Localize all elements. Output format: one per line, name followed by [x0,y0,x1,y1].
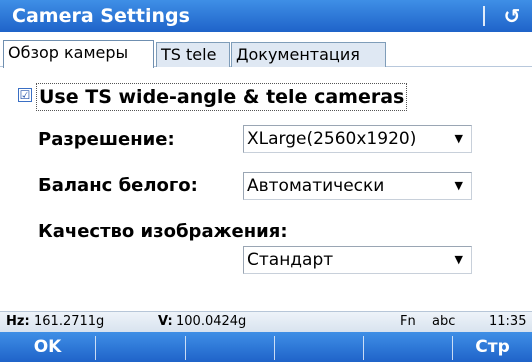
white-balance-value: Автоматически [247,176,385,196]
hz-value: 161.2711g [34,314,105,329]
image-quality-value: Стандарт [247,250,334,270]
dropdown-arrow-icon: ▼ [454,132,463,145]
use-ts-cameras-label[interactable]: Use TS wide-angle & tele cameras [36,83,408,111]
softkey-4[interactable] [275,332,363,362]
softkey-2[interactable] [96,332,185,362]
white-balance-label: Баланс белого: [38,175,198,196]
use-ts-cameras-checkbox[interactable]: ☑ [18,88,32,102]
input-mode-indicator: abc [432,314,456,329]
tab-label: Обзор камеры [8,43,129,62]
tab-camera-overview[interactable]: Обзор камеры [3,40,154,68]
title-bar: Camera Settings ↺ [0,0,532,32]
tab-documentation[interactable]: Документация [231,42,386,67]
dropdown-arrow-icon: ▼ [454,179,463,192]
tab-label: Документация [236,45,360,64]
softkey-bar: OK Стр [0,332,532,362]
white-balance-select[interactable]: Автоматически ▼ [243,172,472,200]
softkey-3[interactable] [186,332,274,362]
resolution-select[interactable]: XLarge(2560x1920) ▼ [243,125,472,153]
window-title: Camera Settings [12,5,190,27]
image-quality-label: Качество изображения: [38,221,288,242]
v-value: 100.0424g [176,314,247,329]
status-bar: Hz: 161.2711g V: 100.0424g Fn abc 11:35 [0,311,532,332]
clock: 11:35 [489,314,527,329]
image-quality-select[interactable]: Стандарт ▼ [243,246,472,274]
resolution-value: XLarge(2560x1920) [247,129,417,149]
page-button[interactable]: Стр [453,332,532,362]
dropdown-arrow-icon: ▼ [454,253,463,266]
fn-indicator: Fn [400,314,416,329]
tab-bar: Обзор камеры TS tele Документация [0,32,532,70]
title-separator [483,6,485,26]
tab-ts-tele[interactable]: TS tele [156,42,230,67]
v-label: V: [158,314,173,329]
tab-label: TS tele [161,45,217,64]
ok-button[interactable]: OK [0,332,95,362]
softkey-5[interactable] [364,332,452,362]
undo-arrow-icon[interactable]: ↺ [500,4,524,28]
resolution-label: Разрешение: [38,129,175,150]
hz-label: Hz: [6,314,30,329]
